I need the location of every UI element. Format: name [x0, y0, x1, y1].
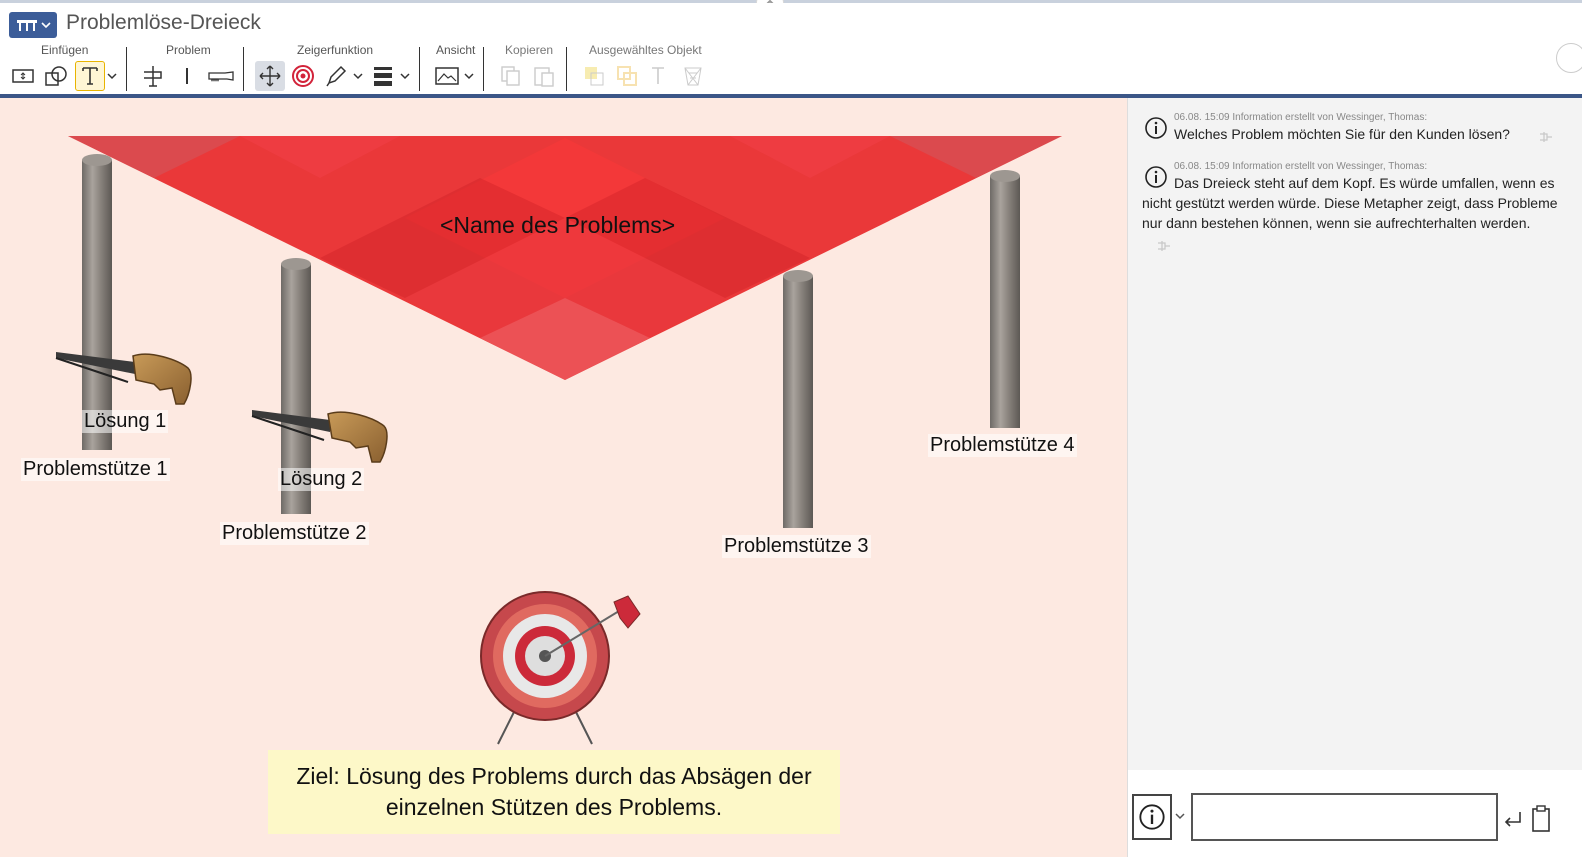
chevron-down-icon[interactable]: [1175, 812, 1185, 820]
attach-icon[interactable]: [1156, 239, 1172, 253]
enter-icon[interactable]: [1502, 810, 1524, 830]
support-label-1[interactable]: Problemstütze 1: [21, 458, 170, 481]
fill-color-icon: [585, 67, 604, 86]
saw-2[interactable]: [251, 410, 388, 463]
insert-text-dropdown[interactable]: [104, 61, 120, 91]
chevron-down-icon: [464, 73, 474, 80]
line-style-dropdown[interactable]: [397, 61, 413, 91]
add-support-button[interactable]: [172, 61, 202, 91]
move-arrows-icon: [259, 65, 281, 87]
problem-name-label[interactable]: <Name des Problems>: [440, 212, 675, 239]
group-label-problem: Problem: [166, 43, 211, 57]
toolbar-separator: [243, 47, 244, 91]
image-view-icon: [435, 67, 459, 85]
line-style-button[interactable]: [368, 61, 398, 91]
saw-icon: [208, 71, 234, 82]
comments-panel: 06.08. 15:09 Information erstellt von We…: [1127, 98, 1582, 857]
goal-text-box[interactable]: Ziel: Lösung des Problems durch das Absä…: [268, 750, 840, 834]
chevron-down-icon: [107, 73, 117, 80]
copy-button[interactable]: [496, 61, 526, 91]
panel-toggle-button[interactable]: [1556, 43, 1582, 73]
add-saw-button[interactable]: [206, 61, 236, 91]
pen-dropdown[interactable]: [350, 61, 366, 91]
info-icon: [1145, 166, 1167, 188]
text-icon: [82, 67, 98, 85]
goal-line-2: einzelnen Stützen des Problems.: [385, 794, 723, 820]
support-post-1[interactable]: [82, 154, 112, 450]
toolbar-separator: [126, 47, 127, 91]
support-label-2[interactable]: Problemstütze 2: [220, 522, 369, 545]
frame-icon: [12, 69, 34, 83]
group-label-ausgewaehltes-objekt: Ausgewähltes Objekt: [589, 43, 702, 57]
saw-1[interactable]: [55, 352, 192, 405]
copy-icon: [501, 66, 520, 86]
line-weight-icon: [374, 67, 392, 86]
paste-button[interactable]: [529, 61, 559, 91]
insert-frame-button[interactable]: [8, 61, 38, 91]
message-item[interactable]: 06.08. 15:09 Information erstellt von We…: [1142, 112, 1560, 144]
view-dropdown[interactable]: [461, 61, 477, 91]
app-menu-button[interactable]: [9, 12, 57, 38]
toolbar-separator: [566, 47, 567, 91]
problem-triangle[interactable]: [68, 136, 1062, 380]
add-triangle-button[interactable]: [139, 61, 169, 91]
message-input[interactable]: [1191, 793, 1498, 841]
chevron-down-icon: [40, 22, 51, 29]
message-meta: 06.08. 15:09 Information erstellt von We…: [1174, 112, 1428, 123]
group-label-ansicht: Ansicht: [436, 43, 476, 57]
document-title: Problemlöse-Dreieck: [66, 11, 261, 34]
insert-text-button[interactable]: [75, 61, 105, 91]
message-item[interactable]: 06.08. 15:09 Information erstellt von We…: [1142, 161, 1560, 251]
support-post-4[interactable]: [990, 170, 1020, 428]
group-label-kopieren: Kopieren: [505, 43, 554, 57]
clipboard-icon[interactable]: [1530, 804, 1552, 834]
goal-line-1: Ziel: Lösung des Problems durch das Absä…: [296, 763, 812, 789]
group-label-zeigerfunktion: Zeigerfunktion: [297, 43, 374, 57]
chevron-down-icon: [353, 73, 363, 80]
support-post-icon: [186, 68, 188, 84]
post-frame-icon: [144, 66, 162, 87]
view-button[interactable]: [432, 61, 462, 91]
trash-grid-icon: [684, 67, 702, 86]
info-icon: [1139, 804, 1165, 830]
delete-object-button[interactable]: [678, 61, 708, 91]
paste-icon: [534, 67, 554, 87]
support-label-3[interactable]: Problemstütze 3: [722, 535, 871, 558]
text-format-icon: [652, 67, 664, 84]
message-meta: 06.08. 15:09 Information erstellt von We…: [1174, 161, 1428, 172]
insert-shape-button[interactable]: [41, 61, 71, 91]
fill-color-button[interactable]: [579, 61, 609, 91]
message-type-button[interactable]: [1132, 794, 1172, 840]
solution-label-2[interactable]: Lösung 2: [278, 468, 365, 491]
diagram-canvas[interactable]: <Name des Problems> Lösung 1 Lösung 2 Pr…: [0, 98, 1127, 857]
pen-pointer-button[interactable]: [321, 61, 351, 91]
target-icon: [292, 65, 314, 87]
message-input-area: [1128, 770, 1582, 857]
target-graphic[interactable]: [480, 591, 641, 745]
table-icon: [16, 20, 37, 31]
support-post-3[interactable]: [783, 270, 813, 528]
ribbon-header: Problemlöse-Dreieck Einfügen Problem Zei…: [0, 3, 1582, 95]
line-color-button[interactable]: [612, 61, 642, 91]
line-color-icon: [617, 66, 637, 86]
pen-icon: [326, 65, 347, 87]
chevron-down-icon: [400, 73, 410, 80]
info-icon: [1145, 117, 1167, 139]
move-pointer-button[interactable]: [255, 61, 285, 91]
target-pointer-button[interactable]: [288, 61, 318, 91]
text-format-button[interactable]: [645, 61, 675, 91]
app-window: Problemlöse-Dreieck Einfügen Problem Zei…: [0, 0, 1582, 857]
solution-label-1[interactable]: Lösung 1: [82, 410, 169, 433]
shapes-icon: [45, 66, 67, 86]
support-label-4[interactable]: Problemstütze 4: [928, 434, 1077, 457]
attach-icon[interactable]: [1538, 130, 1554, 144]
toolbar-separator: [419, 47, 420, 91]
group-label-einfuegen: Einfügen: [41, 43, 89, 57]
toolbar-separator: [483, 47, 484, 91]
